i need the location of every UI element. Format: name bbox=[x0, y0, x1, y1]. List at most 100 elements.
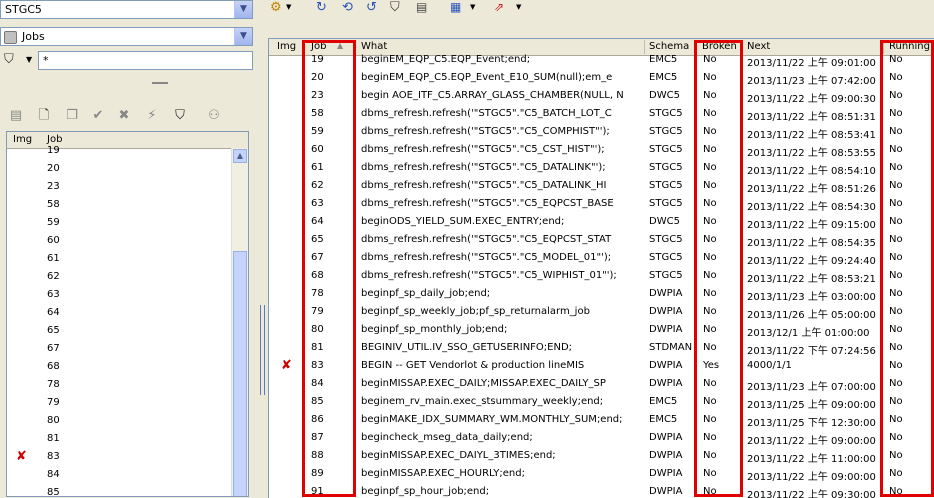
list-item[interactable]: 81 bbox=[7, 431, 233, 449]
table-row[interactable]: 80 beginpf_sp_monthly_job;end; DWPIA No 2013… bbox=[269, 322, 934, 340]
cell-schema: DWPIA bbox=[649, 450, 683, 461]
cell-what: dbms_refresh.refresh('"STGC5"."C5_DATALI… bbox=[361, 162, 606, 173]
cell-schema: STGC5 bbox=[649, 270, 683, 281]
list-item[interactable]: 19 bbox=[7, 143, 233, 161]
jobs-icon bbox=[4, 31, 17, 44]
scroll-up-button[interactable]: ▲ bbox=[233, 149, 247, 163]
table-row[interactable]: 23 begin AOE_ITF_C5.ARRAY_GLASS_CHAMBER(N… bbox=[269, 88, 934, 106]
table-row[interactable]: 62 dbms_refresh.refresh('"STGC5"."C5_DATA… bbox=[269, 178, 934, 196]
job-number: 84 bbox=[47, 469, 60, 480]
job-number: 79 bbox=[47, 397, 60, 408]
table-row[interactable]: 61 dbms_refresh.refresh('"STGC5"."C5_DATA… bbox=[269, 160, 934, 178]
cell-next: 2013/11/22 下午 07:24:56 bbox=[747, 346, 876, 357]
list-item[interactable]: 23 bbox=[7, 179, 233, 197]
list-item[interactable]: 67 bbox=[7, 341, 233, 359]
chevron-down-icon[interactable]: ▼ bbox=[470, 3, 475, 11]
cell-next: 2013/11/22 上午 08:53:21 bbox=[747, 274, 876, 285]
list-item[interactable]: 60 bbox=[7, 233, 233, 251]
table-row[interactable]: 59 dbms_refresh.refresh('"STGC5"."C5_COMP… bbox=[269, 124, 934, 142]
chevron-down-icon[interactable]: ▼ bbox=[516, 3, 521, 11]
list-item[interactable]: 63 bbox=[7, 287, 233, 305]
list-icon[interactable]: ▤ bbox=[416, 0, 427, 14]
compile-icon[interactable]: ⚙ bbox=[270, 0, 282, 15]
jobs-grid[interactable]: Img Job ▲ What Schema Broken Next Runnin… bbox=[268, 38, 934, 498]
table-row[interactable]: 79 beginpf_sp_weekly_job;pf_sp_returnalar… bbox=[269, 304, 934, 322]
column-header-img[interactable]: Img bbox=[277, 41, 296, 52]
table-row[interactable]: ✘ 83 BEGIN -- GET Vendorlot & production l… bbox=[269, 358, 934, 376]
users-icon[interactable]: ⚇ bbox=[206, 108, 222, 124]
refresh-icon[interactable]: ↻ bbox=[316, 0, 327, 15]
table-row[interactable]: 85 beginem_rv_main.exec_stsummary_weekly;… bbox=[269, 394, 934, 412]
cell-what: beginMISSAP.EXEC_DAIYL_3TIMES;end; bbox=[361, 450, 556, 461]
list-item[interactable]: 20 bbox=[7, 161, 233, 179]
table-row[interactable]: 78 beginpf_sp_daily_job;end; DWPIA No 2013/1… bbox=[269, 286, 934, 304]
panel-splitter[interactable] bbox=[256, 0, 268, 497]
table-row[interactable]: 63 dbms_refresh.refresh('"STGC5"."C5_EQPC… bbox=[269, 196, 934, 214]
cell-what: beginpf_sp_daily_job;end; bbox=[361, 288, 491, 299]
new-document-icon[interactable]: 🗋 bbox=[36, 108, 52, 124]
filter-input[interactable]: * bbox=[38, 51, 253, 70]
chevron-down-icon[interactable]: ▼ bbox=[234, 28, 252, 45]
job-number: 63 bbox=[47, 289, 60, 300]
list-item[interactable]: 64 bbox=[7, 305, 233, 323]
table-row[interactable]: 19 beginEM_EQP_C5.EQP_Event;end; EMC5 No 201… bbox=[269, 52, 934, 70]
database-icon[interactable]: ▤ bbox=[8, 108, 24, 124]
layout-icon[interactable]: ▦ bbox=[450, 0, 461, 14]
list-item[interactable]: 59 bbox=[7, 215, 233, 233]
table-row[interactable]: 58 dbms_refresh.refresh('"STGC5"."C5_BATC… bbox=[269, 106, 934, 124]
check-icon[interactable]: ✔ bbox=[90, 108, 106, 124]
cell-what: dbms_refresh.refresh('"STGC5"."C5_COMPHI… bbox=[361, 126, 610, 137]
filter-icon[interactable]: ⛉ bbox=[4, 52, 14, 67]
cell-schema: DWPIA bbox=[649, 486, 683, 497]
filter-icon[interactable]: ⛉ bbox=[172, 108, 188, 124]
table-row[interactable]: 84 beginMISSAP.EXEC_DAILY;MISSAP.EXEC_DAI… bbox=[269, 376, 934, 394]
chevron-down-icon[interactable]: ▼ bbox=[234, 1, 252, 18]
list-item[interactable]: 61 bbox=[7, 251, 233, 269]
list-item[interactable]: 78 bbox=[7, 377, 233, 395]
splitter-grip[interactable] bbox=[260, 305, 265, 395]
filter-icon[interactable]: ⛉ bbox=[390, 0, 400, 15]
cell-what: beginMAKE_IDX_SUMMARY_WM.MONTHLY_SUM;end… bbox=[361, 414, 623, 425]
object-type-selector[interactable]: Jobs ▼ bbox=[0, 27, 253, 46]
list-item[interactable]: 85 bbox=[7, 485, 233, 496]
column-header-next[interactable]: Next bbox=[747, 41, 770, 52]
scrollbar-thumb[interactable] bbox=[233, 251, 247, 496]
table-row[interactable]: 87 begincheck_mseg_data_daily;end; DWPIA No… bbox=[269, 430, 934, 448]
column-header-schema[interactable]: Schema bbox=[649, 41, 689, 52]
list-item[interactable]: 65 bbox=[7, 323, 233, 341]
cell-schema: DWPIA bbox=[649, 432, 683, 443]
table-row[interactable]: 68 dbms_refresh.refresh('"STGC5"."C5_WIPH… bbox=[269, 268, 934, 286]
list-item[interactable]: ✘ 83 bbox=[7, 449, 233, 467]
copy-icon[interactable]: ❐ bbox=[64, 108, 80, 124]
schema-selector[interactable]: STGC5 ▼ bbox=[0, 0, 253, 19]
column-header-what[interactable]: What bbox=[361, 41, 387, 52]
table-row[interactable]: 81 BEGINIV_UTIL.IV_SSO_GETUSERINFO;END; ST… bbox=[269, 340, 934, 358]
list-item[interactable]: 68 bbox=[7, 359, 233, 377]
cell-schema: STGC5 bbox=[649, 162, 683, 173]
chevron-down-icon[interactable]: ▼ bbox=[286, 3, 291, 11]
find-refresh-icon[interactable]: ⟲ bbox=[342, 0, 353, 15]
delete-icon[interactable]: ✖ bbox=[116, 108, 132, 124]
lightning-icon[interactable]: ⚡ bbox=[144, 108, 160, 124]
list-item[interactable]: 79 bbox=[7, 395, 233, 413]
cell-next: 2013/11/23 上午 07:42:00 bbox=[747, 76, 876, 87]
scrollbar[interactable]: ▲ bbox=[231, 148, 248, 496]
list-item[interactable]: 58 bbox=[7, 197, 233, 215]
table-row[interactable]: 89 beginMISSAP.EXEC_HOURLY;end; DWPIA No 201… bbox=[269, 466, 934, 484]
table-row[interactable]: 64 beginODS_YIELD_SUM.EXEC_ENTRY;end; DWC5… bbox=[269, 214, 934, 232]
list-item[interactable]: 62 bbox=[7, 269, 233, 287]
graph-icon[interactable]: ⇗ bbox=[494, 0, 504, 14]
chevron-down-icon[interactable]: ▼ bbox=[26, 55, 32, 64]
highlight-running-column bbox=[880, 40, 934, 497]
list-item[interactable]: 80 bbox=[7, 413, 233, 431]
table-row[interactable]: 86 beginMAKE_IDX_SUMMARY_WM.MONTHLY_SUM;e… bbox=[269, 412, 934, 430]
list-item[interactable]: 84 bbox=[7, 467, 233, 485]
job-list[interactable]: Img Job 19 20 23 58 59 60 61 62 63 64 65 67 68 78 79 80… bbox=[6, 131, 249, 497]
table-row[interactable]: 65 dbms_refresh.refresh('"STGC5"."C5_EQPC… bbox=[269, 232, 934, 250]
table-row[interactable]: 88 beginMISSAP.EXEC_DAIYL_3TIMES;end; DWPI… bbox=[269, 448, 934, 466]
table-row[interactable]: 91 beginpf_sp_hour_job;end; DWPIA No 2013/11… bbox=[269, 484, 934, 498]
table-row[interactable]: 20 beginEM_EQP_C5.EQP_Event_E10_SUM(null)… bbox=[269, 70, 934, 88]
table-row[interactable]: 67 dbms_refresh.refresh('"STGC5"."C5_MODE… bbox=[269, 250, 934, 268]
table-row[interactable]: 60 dbms_refresh.refresh('"STGC5"."C5_CST_… bbox=[269, 142, 934, 160]
reload-icon[interactable]: ↺ bbox=[366, 0, 377, 15]
